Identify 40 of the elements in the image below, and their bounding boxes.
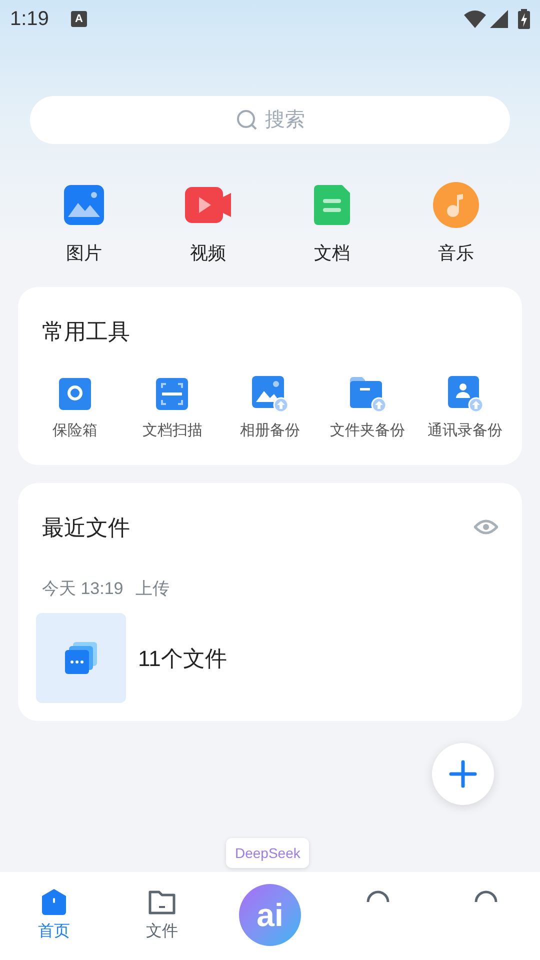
safe-icon bbox=[56, 376, 93, 412]
signal-icon bbox=[490, 10, 508, 28]
contact-book-upload-icon bbox=[445, 374, 486, 414]
wifi-icon bbox=[464, 10, 486, 28]
search-field[interactable]: 搜索 bbox=[30, 96, 510, 144]
folder-upload-icon bbox=[348, 374, 388, 414]
scan-icon bbox=[154, 376, 190, 412]
battery-icon bbox=[518, 9, 530, 29]
file-stack-icon bbox=[63, 640, 99, 676]
deepseek-tooltip: DeepSeek bbox=[226, 838, 310, 868]
tab-icon bbox=[472, 888, 500, 902]
document-icon bbox=[312, 183, 352, 227]
search-icon bbox=[236, 109, 258, 131]
picture-icon bbox=[62, 183, 106, 227]
tab[interactable]: 首页 bbox=[0, 888, 108, 944]
tab[interactable]: 文件 bbox=[108, 888, 216, 944]
file-count: 11个文件 bbox=[138, 644, 227, 672]
upload-action: 上传 bbox=[135, 578, 170, 600]
music-note-icon bbox=[432, 181, 480, 229]
category-label[interactable]: 图片 bbox=[66, 240, 102, 267]
folder-icon bbox=[147, 888, 177, 916]
tool-label[interactable]: 通讯录备份 bbox=[428, 420, 503, 442]
tab-icon bbox=[364, 888, 392, 902]
section-title: 最近文件 bbox=[42, 514, 130, 542]
eye-icon[interactable] bbox=[474, 519, 498, 535]
status-time: 1:19 bbox=[10, 7, 49, 32]
notification-icon: A bbox=[70, 11, 87, 27]
home-icon bbox=[39, 888, 69, 916]
file-thumbnail[interactable] bbox=[36, 613, 126, 703]
section-title: 常用工具 bbox=[42, 318, 131, 346]
category-label[interactable]: 视频 bbox=[190, 240, 226, 267]
image-upload-icon bbox=[250, 374, 290, 414]
tool-label[interactable]: 相册备份 bbox=[240, 420, 300, 442]
tool-label[interactable]: 文档扫描 bbox=[142, 420, 202, 442]
category-label[interactable]: 音乐 bbox=[438, 240, 474, 267]
category-label[interactable]: 文档 bbox=[314, 240, 350, 267]
tool-label[interactable]: 文件夹备份 bbox=[330, 420, 406, 442]
plus-icon bbox=[449, 760, 477, 788]
tool-label[interactable]: 保险箱 bbox=[52, 420, 98, 442]
upload-time: 今天 13:19 bbox=[42, 578, 124, 600]
